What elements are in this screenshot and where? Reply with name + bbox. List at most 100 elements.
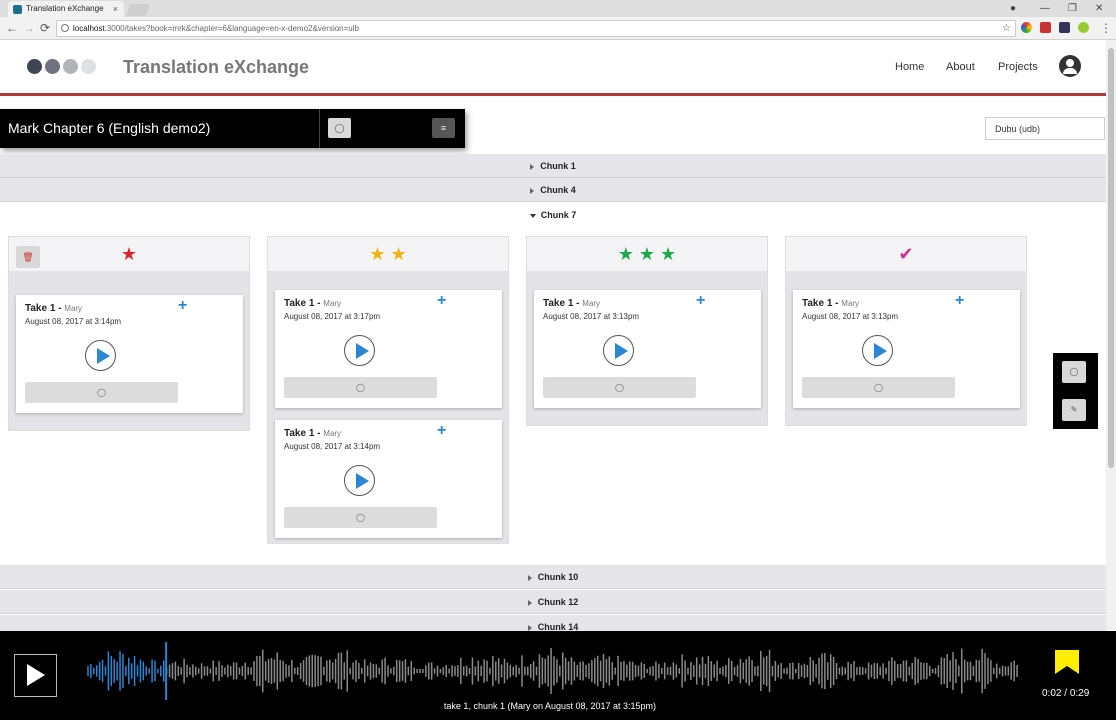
chunk-row[interactable]: Chunk 10 xyxy=(0,565,1106,589)
profile-icon[interactable]: ● xyxy=(1010,0,1016,17)
star-rating-icon: ★ xyxy=(120,244,138,264)
logo-dot-icon xyxy=(63,59,78,74)
window-close-icon[interactable]: ✕ xyxy=(1095,0,1103,17)
minimize-icon[interactable]: — xyxy=(1040,0,1050,17)
column-header: ★ ★ ★ xyxy=(527,237,767,271)
take-author: Mary xyxy=(64,304,83,313)
take-title: Take 1 - Mary xyxy=(284,428,342,439)
take-date: August 08, 2017 at 3:13pm xyxy=(802,312,899,321)
nav-about[interactable]: About xyxy=(946,61,975,73)
bookmark-star-icon[interactable]: ☆ xyxy=(1002,21,1011,36)
app-favicon-icon xyxy=(13,5,22,14)
take-comment-button[interactable]: ◯ xyxy=(543,377,696,398)
take-title: Take 1 - Mary xyxy=(284,298,342,309)
star-rating-icon: ★ ★ xyxy=(369,244,407,264)
url-host: localhost xyxy=(73,24,105,33)
add-icon[interactable]: + xyxy=(955,292,964,310)
player-play-button[interactable] xyxy=(14,654,57,697)
rating-column-three-star: ★ ★ ★ Take 1 - Mary August 08, 2017 at 3… xyxy=(526,236,768,426)
nav-home[interactable]: Home xyxy=(895,61,924,73)
app-brand[interactable]: Translation eXchange xyxy=(123,57,309,78)
side-comment-button[interactable]: ◯ xyxy=(1062,361,1086,383)
chapter-title-bar: Mark Chapter 6 (English demo2) ◯ ≡ xyxy=(0,109,465,148)
take-title: Take 1 - Mary xyxy=(543,298,601,309)
url-path: :3000/takes?book=mrk&chapter=6&language=… xyxy=(104,24,359,33)
take-author: Mary xyxy=(841,299,860,308)
take-title: Take 1 - Mary xyxy=(802,298,860,309)
chunk-label: Chunk 12 xyxy=(537,597,579,607)
take-card: Take 1 - Mary August 08, 2017 at 3:13pm … xyxy=(534,290,761,408)
caret-down-icon xyxy=(529,213,536,218)
take-comment-button[interactable]: ◯ xyxy=(284,377,437,398)
now-playing-caption: take 1, chunk 1 (Mary on August 08, 2017… xyxy=(443,701,657,711)
extension-green-icon[interactable] xyxy=(1078,22,1089,33)
take-comment-button[interactable]: ◯ xyxy=(284,507,437,528)
audio-player: 0:02 / 0:29 take 1, chunk 1 (Mary on Aug… xyxy=(0,631,1116,720)
user-avatar-icon[interactable] xyxy=(1059,55,1081,77)
column-header: ✔ xyxy=(786,237,1026,271)
chunk-label: Chunk 10 xyxy=(537,572,579,582)
take-date: August 08, 2017 at 3:13pm xyxy=(543,312,640,321)
take-card: Take 1 - Mary August 08, 2017 at 3:14pm … xyxy=(275,420,502,538)
extension-color-icon[interactable] xyxy=(1021,22,1032,33)
star-rating-icon: ★ ★ ★ xyxy=(617,244,677,264)
caret-right-icon xyxy=(527,574,532,581)
column-header: ★ xyxy=(9,237,249,271)
site-info-icon[interactable] xyxy=(61,24,69,32)
take-comment-button[interactable]: ◯ xyxy=(25,382,178,403)
play-take-button[interactable] xyxy=(85,340,116,371)
chunk-row[interactable]: Chunk 12 xyxy=(0,590,1106,614)
delete-button[interactable]: 🗑 xyxy=(16,246,40,268)
add-icon[interactable]: + xyxy=(437,422,446,440)
waveform[interactable] xyxy=(68,642,1030,700)
chunk-row[interactable]: Chunk 4 xyxy=(0,178,1106,202)
logo-dot-icon xyxy=(81,59,96,74)
divider xyxy=(319,109,320,148)
add-icon[interactable]: + xyxy=(696,292,705,310)
nav-projects[interactable]: Projects xyxy=(998,61,1038,73)
scrollbar-thumb[interactable] xyxy=(1108,48,1114,468)
rating-column-two-star: ★ ★ Take 1 - Mary August 08, 2017 at 3:1… xyxy=(267,236,509,544)
chunk-label: Chunk 4 xyxy=(540,185,576,195)
restore-icon[interactable]: ❐ xyxy=(1068,0,1077,17)
add-icon[interactable]: + xyxy=(437,292,446,310)
side-edit-button[interactable]: ✎ xyxy=(1062,399,1086,421)
take-date: August 08, 2017 at 3:17pm xyxy=(284,312,381,321)
caret-right-icon xyxy=(527,599,532,606)
back-arrow-icon[interactable]: ← xyxy=(6,21,18,35)
take-card: Take 1 - Mary August 08, 2017 at 3:14pm … xyxy=(16,295,243,413)
take-author: Mary xyxy=(323,299,342,308)
forward-arrow-icon[interactable]: → xyxy=(23,21,35,35)
chapter-comment-button[interactable]: ◯ xyxy=(328,118,351,138)
language-select[interactable]: Dubu (udb) xyxy=(985,117,1105,140)
extension-z-icon[interactable] xyxy=(1059,22,1070,33)
take-card: Take 1 - Mary August 08, 2017 at 3:13pm … xyxy=(793,290,1020,408)
chunk-row[interactable]: Chunk 1 xyxy=(0,154,1106,178)
chapter-menu-button[interactable]: ≡ xyxy=(432,118,455,138)
column-header: ★ ★ xyxy=(268,237,508,271)
reload-icon[interactable]: ⟳ xyxy=(40,21,50,35)
page-title: Mark Chapter 6 (English demo2) xyxy=(8,120,211,136)
new-tab-button[interactable] xyxy=(125,4,151,16)
tab-title: Translation eXchange xyxy=(26,4,104,13)
page-scrollbar[interactable] xyxy=(1106,40,1116,630)
chunk-row-open[interactable]: Chunk 7 xyxy=(0,203,1106,227)
logo-dot-icon xyxy=(45,59,60,74)
browser-tab[interactable]: Translation eXchange × xyxy=(8,1,124,17)
take-author: Mary xyxy=(323,429,342,438)
play-take-button[interactable] xyxy=(344,465,375,496)
chunk-label: Chunk 7 xyxy=(540,210,577,220)
take-comment-button[interactable]: ◯ xyxy=(802,377,955,398)
play-take-button[interactable] xyxy=(603,335,634,366)
caret-right-icon xyxy=(530,187,535,194)
add-icon[interactable]: + xyxy=(178,297,187,315)
bookmark-flag-icon[interactable] xyxy=(1055,650,1079,674)
extension-red-icon[interactable] xyxy=(1040,22,1051,33)
take-card: Take 1 - Mary August 08, 2017 at 3:17pm … xyxy=(275,290,502,408)
url-bar[interactable]: localhost:3000/takes?book=mrk&chapter=6&… xyxy=(56,20,1016,37)
take-title: Take 1 - Mary xyxy=(25,303,83,314)
browser-menu-icon[interactable]: ⋮ xyxy=(1100,21,1112,35)
play-take-button[interactable] xyxy=(862,335,893,366)
play-take-button[interactable] xyxy=(344,335,375,366)
tab-close-icon[interactable]: × xyxy=(113,1,118,17)
